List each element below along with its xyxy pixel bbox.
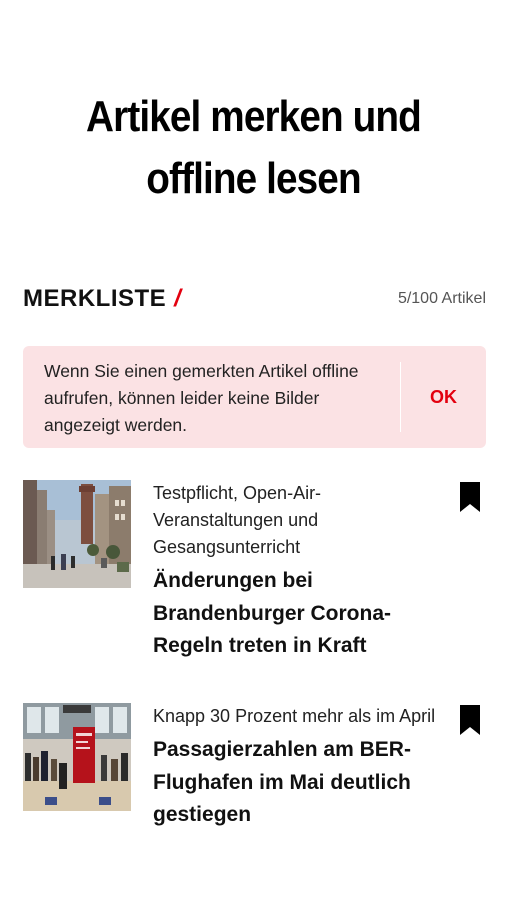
article-kicker: Knapp 30 Prozent mehr als im April [153,706,436,726]
offline-notice: Wenn Sie einen gemerkten Artikel offline… [23,346,486,448]
notice-ok-button[interactable]: OK [401,346,486,448]
article-headline[interactable]: Passagierzahlen am BER-Flughafen im Mai … [153,734,443,832]
offline-notice-text: Wenn Sie einen gemerkten Artikel offline… [44,361,359,435]
watchlist-slash-mark: / [174,285,182,312]
watchlist-title: MERKLISTE / [23,285,181,313]
watchlist-header: MERKLISTE / 5/100 Artikel [23,282,486,316]
bookmark-filled-icon[interactable] [460,705,480,735]
watchlist-title-label: MERKLISTE [23,285,167,312]
article-thumbnail[interactable] [23,703,131,811]
article-body[interactable]: Testpflicht, Open-Air-Veranstaltungen un… [153,480,443,663]
article-body[interactable]: Knapp 30 Prozent mehr als im April Passa… [153,703,443,832]
hero-title-line1: Artikel merken und [86,92,422,141]
hero-title: Artikel merken und offline lesen [30,86,476,210]
bookmark-filled-icon[interactable] [460,482,480,512]
airport-terminal-photo [23,703,131,811]
article-headline[interactable]: Änderungen bei Brandenburger Corona-Rege… [153,565,443,663]
hero-title-line2: offline lesen [146,154,361,203]
article-count: 5/100 Artikel [397,290,486,307]
article-thumbnail[interactable] [23,480,131,588]
article-kicker: Testpflicht, Open-Air-Veranstaltungen un… [153,483,322,557]
street-scene-photo [23,480,131,588]
